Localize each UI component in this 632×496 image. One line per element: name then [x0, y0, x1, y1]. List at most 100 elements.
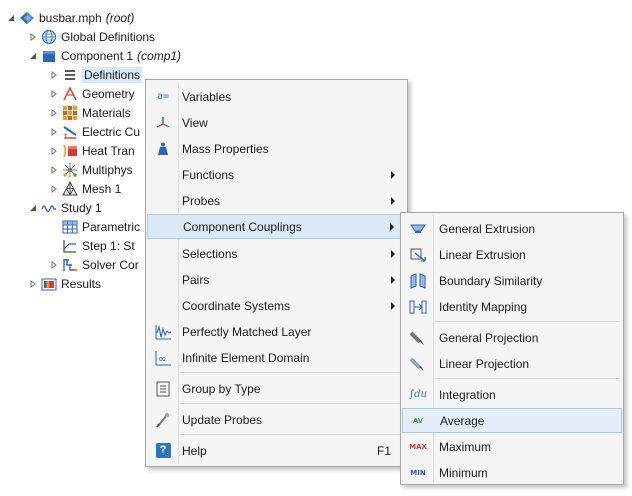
- tree-node-results[interactable]: Results: [28, 274, 101, 293]
- tree-label-step1: Step 1: St: [82, 238, 135, 253]
- tree-label-heat-transfer: Heat Tran: [82, 143, 135, 158]
- menu-item-variables-label: Variables: [182, 89, 232, 104]
- collapsed-arrow-icon[interactable]: [49, 70, 59, 80]
- expanded-arrow-icon[interactable]: [28, 51, 38, 61]
- submenu-item-boundary-similarity[interactable]: Boundary Similarity: [403, 268, 621, 293]
- tree-node-study[interactable]: Study 1: [28, 198, 102, 217]
- collapsed-arrow-icon[interactable]: [49, 184, 59, 194]
- tree-node-electric-currents[interactable]: + Electric Cu: [49, 122, 140, 141]
- tree-label-component: Component 1: [61, 48, 134, 63]
- menu-item-functions[interactable]: Functions: [148, 162, 405, 187]
- collapsed-arrow-icon[interactable]: [49, 89, 59, 99]
- tree-node-solver[interactable]: Solver Cor: [49, 255, 139, 274]
- expanded-arrow-icon[interactable]: [6, 13, 16, 23]
- menu-item-group-by-type[interactable]: Group by Type: [148, 376, 405, 401]
- help-icon: ?: [148, 438, 178, 463]
- submenu-item-integration[interactable]: ∫du Integration: [403, 382, 621, 407]
- group-by-type-icon: [148, 376, 178, 401]
- identity-mapping-icon: [403, 294, 433, 319]
- submenu-item-linear-extrusion[interactable]: Linear Extrusion: [403, 242, 621, 267]
- tree-node-materials[interactable]: Materials: [49, 103, 131, 122]
- submenu-arrow-icon: [391, 275, 395, 284]
- tree-node-heat-transfer[interactable]: Heat Tran: [49, 141, 135, 160]
- menu-item-selections[interactable]: Selections: [148, 241, 405, 266]
- menu-item-probes-label: Probes: [182, 193, 221, 208]
- expanded-arrow-icon[interactable]: [28, 203, 38, 213]
- integration-icon: ∫du: [408, 389, 428, 400]
- collapsed-arrow-icon[interactable]: [49, 108, 59, 118]
- submenu-arrow-icon: [391, 170, 395, 179]
- menu-item-selections-label: Selections: [182, 246, 238, 261]
- menu-item-help[interactable]: ? Help F1: [148, 438, 405, 463]
- perfectly-matched-layer-icon: [148, 319, 178, 344]
- definitions-icon: [62, 67, 78, 83]
- submenu-item-general-extrusion[interactable]: General Extrusion: [403, 216, 621, 241]
- submenu-item-maximum[interactable]: MAX Maximum: [403, 434, 621, 459]
- collapsed-arrow-icon[interactable]: [49, 146, 59, 156]
- menu-item-perfectly-matched-layer[interactable]: Perfectly Matched Layer: [148, 319, 405, 344]
- collapsed-arrow-icon[interactable]: [28, 32, 38, 42]
- tree-suffix-root: (root): [105, 10, 135, 25]
- menu-item-component-couplings[interactable]: Component Couplings: [147, 214, 406, 239]
- submenu-item-average[interactable]: AV Average: [402, 408, 622, 433]
- menu-item-update-probes[interactable]: Update Probes: [148, 407, 405, 432]
- svg-text:+: +: [63, 132, 68, 139]
- submenu-item-maximum-label: Maximum: [439, 439, 492, 454]
- step-icon: [62, 238, 78, 254]
- submenu-item-general-projection[interactable]: General Projection: [403, 325, 621, 350]
- tree-label-electric-currents: Electric Cu: [82, 124, 141, 139]
- menu-item-functions-label: Functions: [182, 167, 235, 182]
- tree-label-solver: Solver Cor: [82, 257, 139, 272]
- submenu-item-integration-label: Integration: [439, 387, 496, 402]
- menu-item-help-label: Help: [182, 443, 207, 458]
- context-menu: a= Variables View Mass Properties Functi…: [145, 79, 408, 467]
- menu-item-probes[interactable]: Probes: [148, 188, 405, 213]
- menu-item-view[interactable]: View: [148, 110, 405, 135]
- component-couplings-submenu: General Extrusion Linear Extrusion Bound…: [400, 212, 624, 485]
- collapsed-arrow-icon[interactable]: [49, 165, 59, 175]
- collapsed-arrow-icon[interactable]: [28, 279, 38, 289]
- menu-separator: [180, 372, 403, 373]
- svg-text:∞: ∞: [158, 354, 166, 365]
- tree-suffix-component: (comp1): [137, 48, 182, 63]
- tree-node-component[interactable]: Component 1 (comp1): [28, 46, 181, 65]
- submenu-arrow-icon: [391, 196, 395, 205]
- submenu-item-general-extrusion-label: General Extrusion: [439, 221, 536, 236]
- menu-item-pairs[interactable]: Pairs: [148, 267, 405, 292]
- menu-item-update-probes-label: Update Probes: [182, 412, 263, 427]
- variables-icon: a=: [156, 91, 170, 102]
- collapsed-arrow-icon[interactable]: [49, 260, 59, 270]
- menu-item-mass-properties[interactable]: Mass Properties: [148, 136, 405, 161]
- menu-item-view-label: View: [182, 115, 208, 130]
- general-projection-icon: [403, 325, 433, 350]
- menu-item-perfectly-matched-layer-label: Perfectly Matched Layer: [182, 324, 312, 339]
- multiphysics-icon: [62, 162, 78, 178]
- submenu-item-identity-mapping[interactable]: Identity Mapping: [403, 294, 621, 319]
- menu-separator: [180, 403, 403, 404]
- linear-projection-icon: [403, 351, 433, 376]
- tree-label-global-definitions: Global Definitions: [61, 29, 156, 44]
- tree-node-root[interactable]: busbar.mph (root): [6, 8, 134, 27]
- update-probes-icon: [148, 407, 178, 432]
- menu-item-coordinate-systems[interactable]: Coordinate Systems: [148, 293, 405, 318]
- tree-node-mesh[interactable]: Mesh 1: [49, 179, 121, 198]
- tree-node-definitions[interactable]: Definitions: [49, 65, 143, 84]
- linear-extrusion-icon: [403, 242, 433, 267]
- tree-node-parametric[interactable]: Parametric: [49, 217, 140, 236]
- tree-label-study: Study 1: [61, 200, 102, 215]
- submenu-item-linear-projection[interactable]: Linear Projection: [403, 351, 621, 376]
- submenu-item-minimum[interactable]: MIN Minimum: [403, 460, 621, 485]
- tree-node-multiphysics[interactable]: Multiphys: [49, 160, 133, 179]
- menu-item-infinite-element-domain[interactable]: ∞ Infinite Element Domain: [148, 345, 405, 370]
- menu-item-coordinate-systems-label: Coordinate Systems: [182, 298, 291, 313]
- collapsed-arrow-icon[interactable]: [49, 127, 59, 137]
- tree-node-geometry[interactable]: Geometry: [49, 84, 135, 103]
- menu-item-variables[interactable]: a= Variables: [148, 84, 405, 109]
- menu-item-mass-properties-label: Mass Properties: [182, 141, 269, 156]
- menu-separator: [180, 434, 403, 435]
- menu-item-group-by-type-label: Group by Type: [182, 381, 261, 396]
- tree-node-step1[interactable]: Step 1: St: [49, 236, 135, 255]
- tree-node-global-definitions[interactable]: Global Definitions: [28, 27, 155, 46]
- view-icon: [148, 110, 178, 135]
- tree-label-parametric: Parametric: [82, 219, 141, 234]
